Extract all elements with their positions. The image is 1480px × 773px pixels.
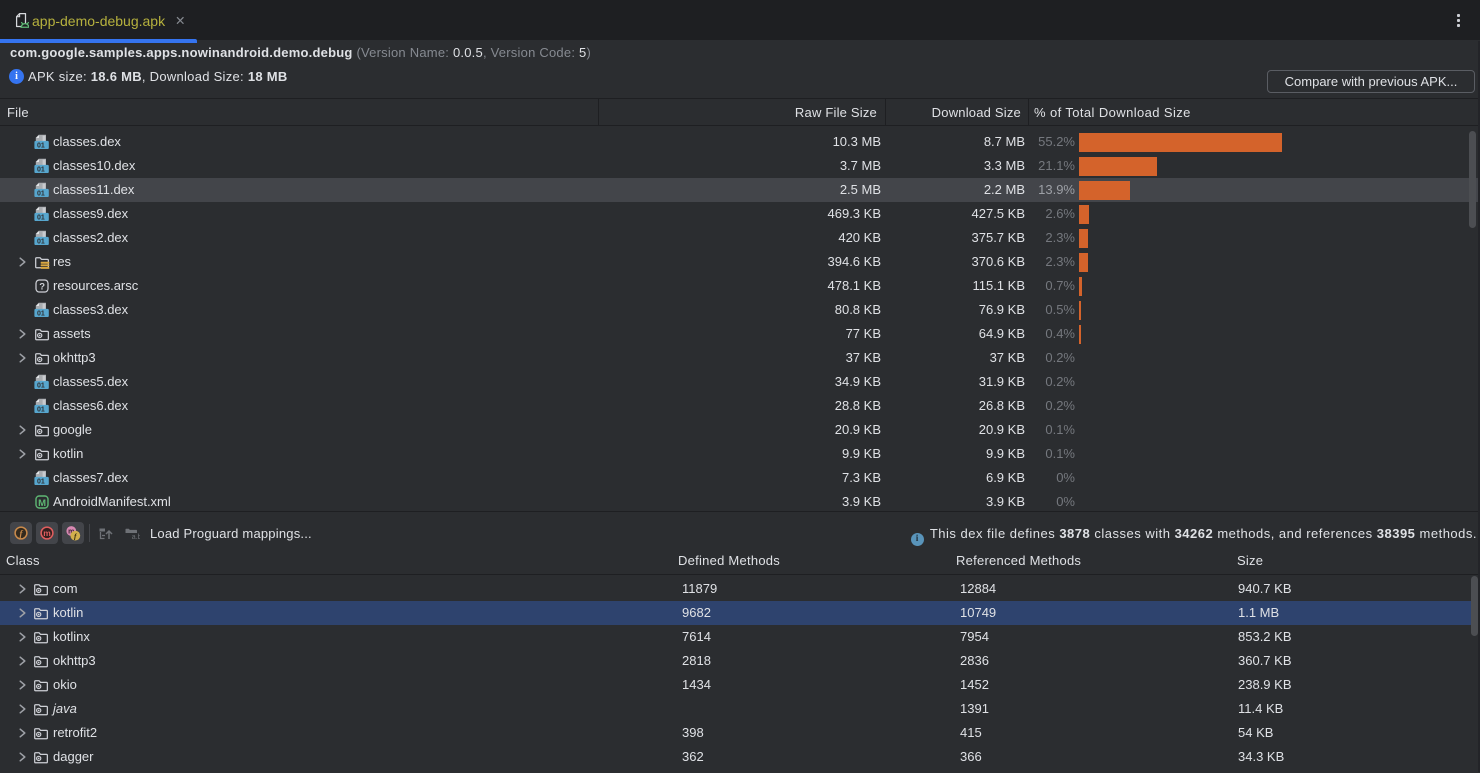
svg-text:01: 01	[37, 407, 45, 414]
svg-text:a.b: a.b	[132, 534, 140, 541]
svg-text:01: 01	[37, 311, 45, 318]
svg-text:01: 01	[37, 167, 45, 174]
svg-text:M: M	[38, 498, 46, 509]
svg-text:m: m	[43, 528, 51, 538]
svg-text:01: 01	[37, 191, 45, 198]
svg-text:01: 01	[37, 143, 45, 150]
svg-text:01: 01	[37, 239, 45, 246]
svg-text:01: 01	[37, 383, 45, 390]
svg-text:?: ?	[39, 282, 45, 293]
svg-text:01: 01	[37, 479, 45, 486]
svg-text:01: 01	[37, 215, 45, 222]
